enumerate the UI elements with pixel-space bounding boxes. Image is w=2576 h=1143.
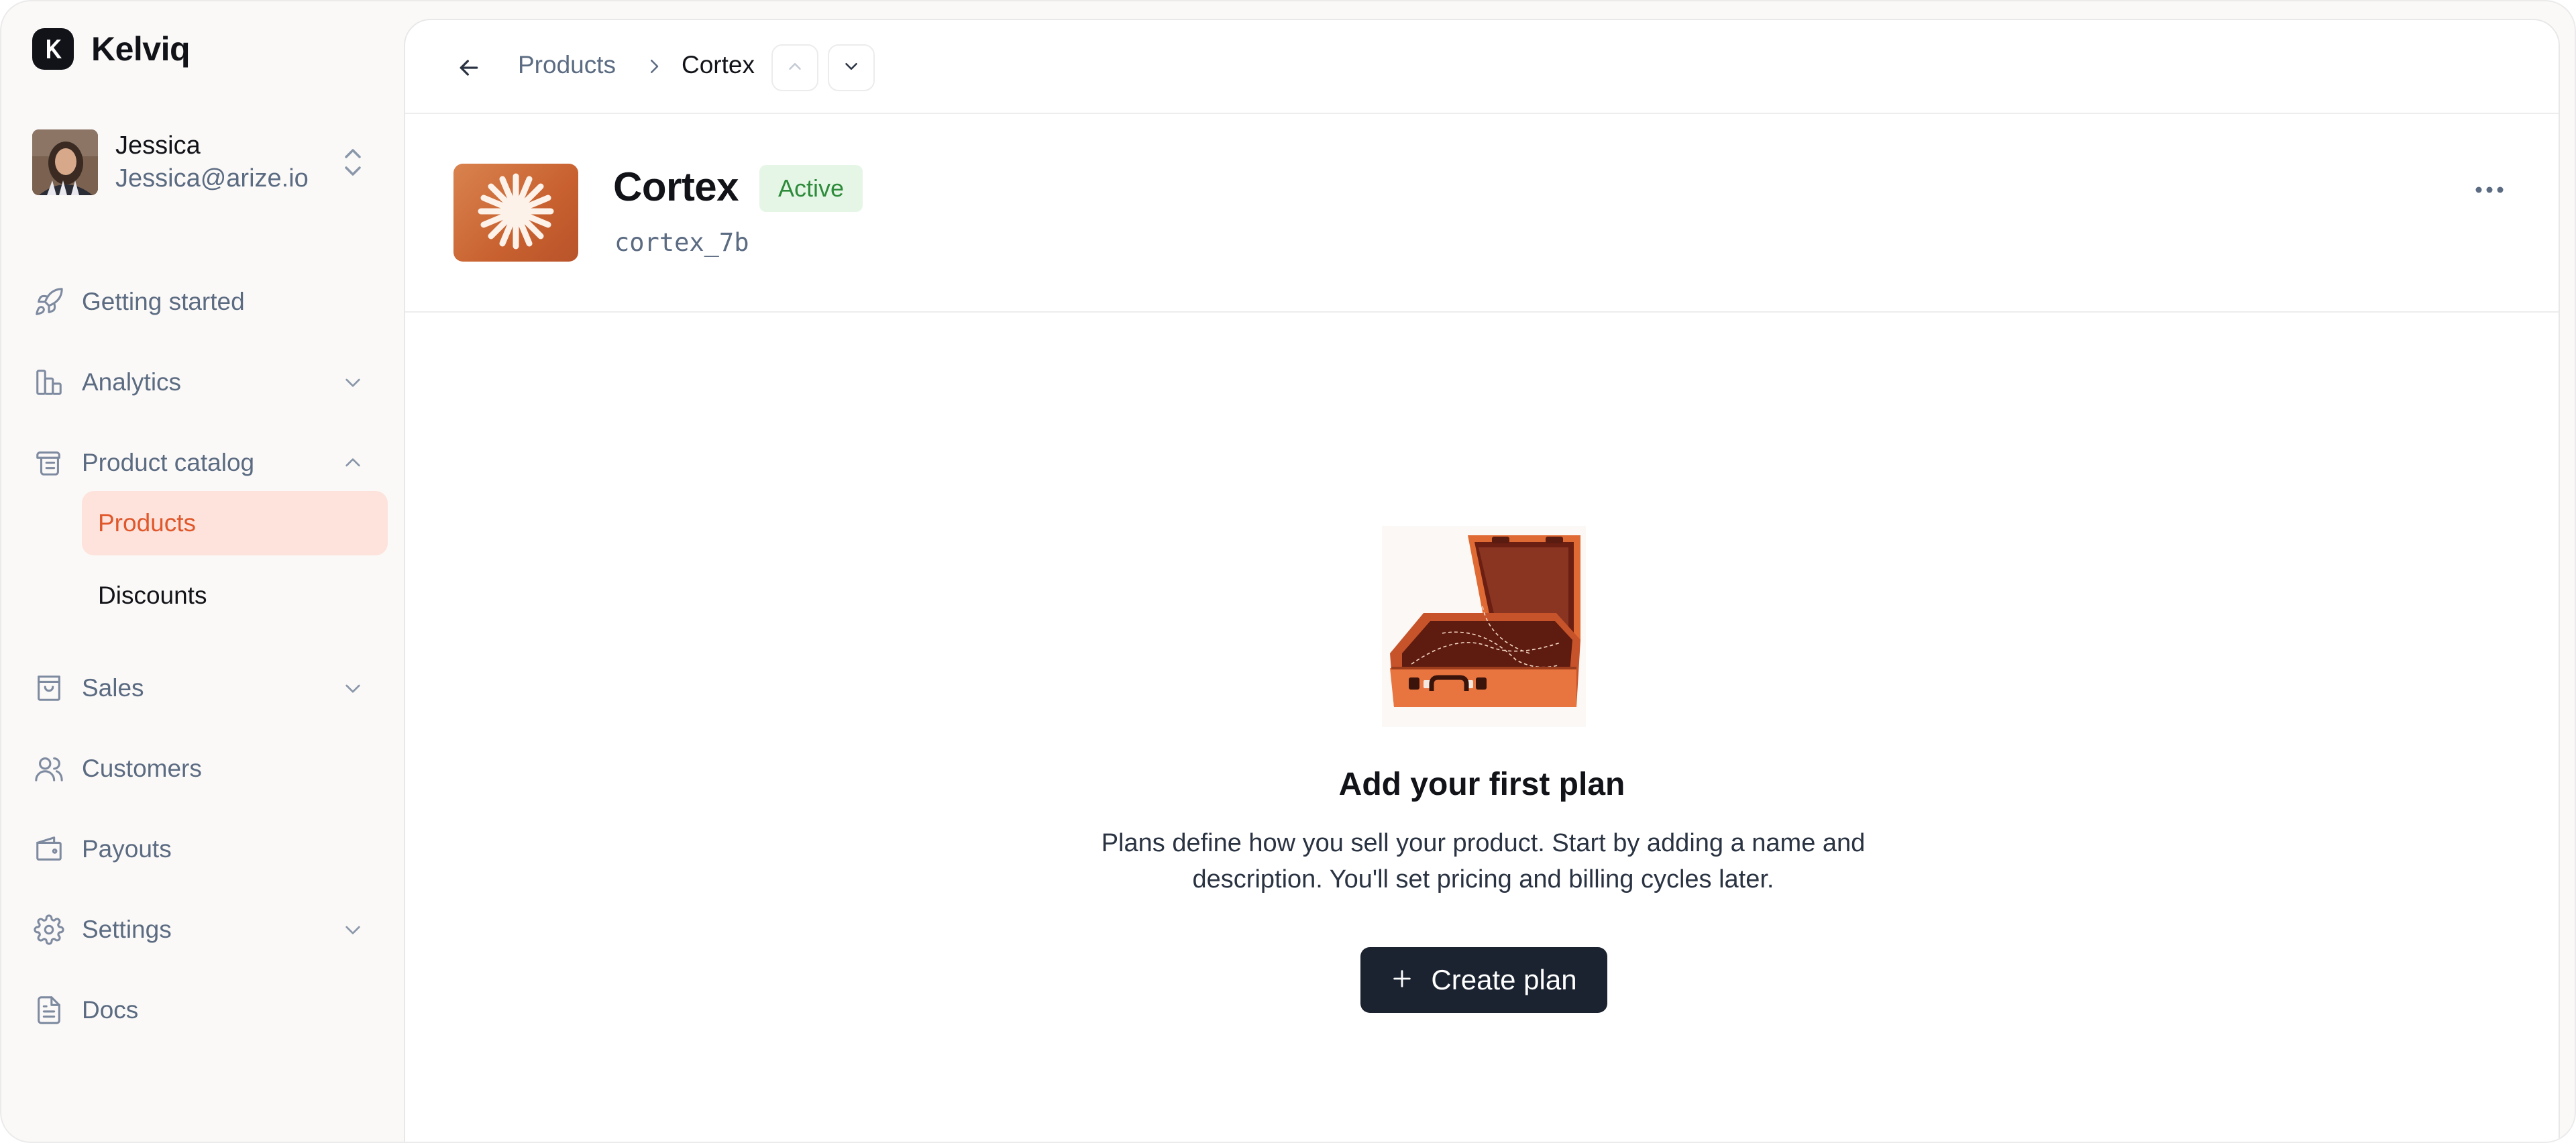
create-plan-button[interactable]: Create plan	[1360, 947, 1607, 1013]
chevron-down-icon[interactable]	[335, 365, 370, 400]
top-bar: Products Cortex	[405, 20, 2559, 114]
gear-icon	[32, 913, 66, 946]
user-email: Jessica@arize.io	[115, 164, 309, 193]
empty-state-description: Plans define how you sell your product. …	[1101, 829, 1866, 893]
shopping-bag-icon	[32, 671, 66, 705]
sidebar-item-docs[interactable]: Docs	[32, 978, 388, 1042]
kelviq-logo-icon	[32, 28, 74, 70]
sidebar-item-settings[interactable]: Settings	[32, 897, 388, 962]
chevron-up-icon	[785, 56, 805, 80]
document-icon	[32, 993, 66, 1027]
user-name: Jessica	[115, 131, 201, 160]
users-icon	[32, 752, 66, 785]
catalog-icon	[32, 446, 66, 480]
more-options-icon[interactable]	[2469, 169, 2510, 211]
chevron-up-down-icon[interactable]	[333, 141, 373, 184]
empty-state: Add your first plan Plans define how you…	[405, 313, 2559, 1050]
product-id: cortex_7b	[614, 228, 749, 257]
brand-name: Kelviq	[91, 30, 191, 68]
brand[interactable]: Kelviq	[32, 28, 191, 70]
open-suitcase-illustration	[1382, 526, 1586, 727]
empty-state-title: Add your first plan	[1338, 767, 1625, 802]
sidebar-item-label: Docs	[82, 996, 139, 1024]
sidebar-subitem-discounts[interactable]: Discounts	[82, 563, 388, 628]
main-panel: Products Cortex Cortex Active cortex_7b …	[404, 19, 2560, 1142]
product-header: Cortex Active cortex_7b	[405, 115, 2559, 313]
sidebar-item-payouts[interactable]: Payouts	[32, 817, 388, 881]
sidebar-item-label: Analytics	[82, 368, 182, 396]
breadcrumb-products-link[interactable]: Products	[518, 51, 616, 79]
create-plan-label: Create plan	[1431, 964, 1577, 995]
sidebar-item-customers[interactable]: Customers	[32, 737, 388, 801]
sidebar-item-label: Sales	[82, 674, 144, 702]
bar-chart-icon	[32, 366, 66, 399]
chevron-right-icon	[637, 50, 671, 83]
rocket-icon	[32, 285, 66, 319]
next-item-button[interactable]	[828, 44, 875, 91]
status-badge: Active	[759, 165, 863, 212]
back-arrow-icon[interactable]	[448, 47, 490, 89]
sidebar-item-sales[interactable]: Sales	[32, 656, 388, 720]
asterisk-icon	[476, 171, 556, 255]
product-title: Cortex	[613, 164, 739, 209]
chevron-down-icon[interactable]	[335, 912, 370, 947]
breadcrumb-current: Cortex	[682, 51, 755, 78]
chevron-down-icon	[841, 56, 861, 80]
user-switcher[interactable]: Jessica Jessica@arize.io	[32, 129, 373, 196]
plus-icon	[1391, 967, 1413, 993]
sidebar-item-label: Customers	[82, 755, 202, 782]
sidebar: Kelviq Jessica Jessica@arize.io Getting …	[1, 1, 404, 1142]
sidebar-item-label: Product catalog	[82, 449, 255, 476]
previous-item-button[interactable]	[771, 44, 818, 91]
sidebar-item-label: Getting started	[82, 288, 245, 315]
avatar	[32, 129, 98, 195]
sidebar-item-getting-started[interactable]: Getting started	[32, 270, 388, 334]
sidebar-item-analytics[interactable]: Analytics	[32, 350, 388, 415]
chevron-up-icon[interactable]	[335, 445, 370, 480]
sidebar-item-label: Payouts	[82, 835, 172, 863]
sidebar-subitem-products[interactable]: Products	[82, 491, 388, 555]
sidebar-item-product-catalog[interactable]: Product catalog	[32, 431, 388, 495]
wallet-icon	[32, 832, 66, 866]
product-logo	[453, 164, 578, 262]
chevron-down-icon[interactable]	[335, 671, 370, 706]
app-window: Kelviq Jessica Jessica@arize.io Getting …	[0, 0, 2576, 1143]
sidebar-item-label: Settings	[82, 916, 172, 943]
